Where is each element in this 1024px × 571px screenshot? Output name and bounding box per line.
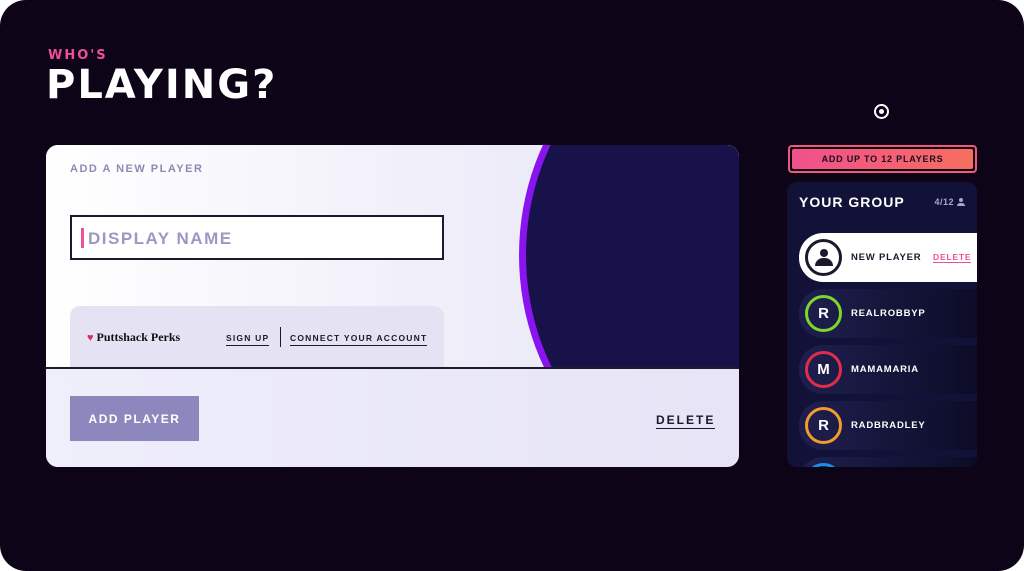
- connect-account-link[interactable]: CONNECT YOUR ACCOUNT: [290, 333, 428, 346]
- card-action-bar: ADD PLAYER DELETE: [46, 369, 739, 467]
- page-title: PLAYING?: [46, 62, 278, 108]
- page-kicker: WHO'S: [48, 48, 108, 63]
- player-avatar: M: [805, 351, 842, 388]
- remove-player-link[interactable]: DELETE: [933, 252, 972, 263]
- player-name: MAMAMARIA: [851, 364, 919, 375]
- group-title: YOUR GROUP: [799, 194, 905, 210]
- player-avatar: R: [805, 295, 842, 332]
- player-count: 4/12: [934, 197, 965, 207]
- player-row[interactable]: NEW PLAYER DELETE: [799, 233, 977, 282]
- delete-link[interactable]: DELETE: [656, 413, 716, 429]
- player-avatar: R: [805, 407, 842, 444]
- player-row[interactable]: [799, 457, 977, 467]
- sign-up-link[interactable]: SIGN UP: [226, 333, 270, 346]
- perks-panel: ♥ Puttshack Perks SIGN UP CONNECT YOUR A…: [70, 306, 444, 376]
- pointer-indicator: [874, 104, 889, 119]
- banner-text: ADD UP TO 12 PLAYERS: [792, 149, 973, 169]
- player-count-text: 4/12: [934, 197, 954, 207]
- perks-brand-text: Puttshack Perks: [96, 330, 181, 344]
- add-player-card: ADD A NEW PLAYER ♥ Puttshack Perks SIGN …: [46, 145, 739, 467]
- default-avatar-icon: [805, 239, 842, 276]
- display-name-input[interactable]: [86, 222, 430, 256]
- avatar-body: [815, 258, 833, 266]
- heart-icon: ♥: [87, 331, 94, 344]
- player-name: REALROBBYP: [851, 308, 926, 319]
- text-caret: [81, 228, 84, 248]
- player-name: NEW PLAYER: [851, 252, 922, 263]
- link-divider: [280, 327, 281, 347]
- avatar-head: [820, 249, 828, 257]
- player-row[interactable]: R REALROBBYP: [799, 289, 977, 338]
- player-name: RADBRADLEY: [851, 420, 926, 431]
- app-screen: WHO'S PLAYING? ADD A NEW PLAYER ♥ Puttsh…: [0, 0, 1024, 571]
- add-player-button[interactable]: ADD PLAYER: [70, 396, 199, 441]
- display-name-field[interactable]: [70, 215, 444, 260]
- player-avatar: [805, 463, 842, 467]
- your-group-panel: YOUR GROUP 4/12 NEW PLAYER DELETE R REAL…: [787, 182, 977, 467]
- player-row[interactable]: M MAMAMARIA: [799, 345, 977, 394]
- player-limit-banner: ADD UP TO 12 PLAYERS: [788, 145, 977, 173]
- player-row[interactable]: R RADBRADLEY: [799, 401, 977, 450]
- puttshack-perks-logo: ♥ Puttshack Perks: [87, 330, 180, 345]
- person-icon: [957, 198, 965, 206]
- section-label: ADD A NEW PLAYER: [70, 163, 204, 175]
